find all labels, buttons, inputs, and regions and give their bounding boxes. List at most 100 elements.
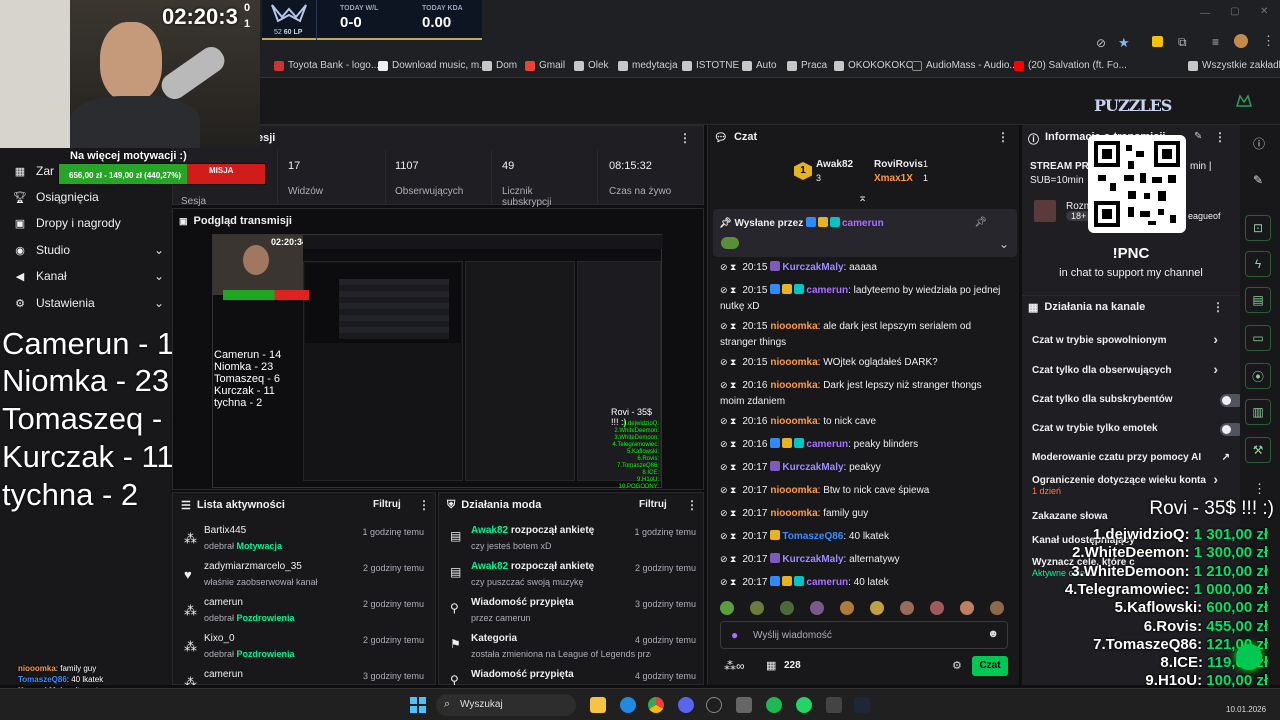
top-chatter-2[interactable]: RoviRovis <box>874 159 923 170</box>
chat-username[interactable]: camerun <box>806 285 848 296</box>
mod-icon[interactable]: ⊘ ⧗ <box>720 551 736 567</box>
chevron-down-icon[interactable]: ⌄ <box>999 237 1009 251</box>
avatar[interactable] <box>1234 34 1248 48</box>
bookmark-8[interactable]: Auto <box>742 60 777 71</box>
channel-action-item[interactable]: Czat w trybie spowolnionym › <box>1032 331 1232 347</box>
mod-icon[interactable]: ⊘ ⧗ <box>720 377 736 393</box>
chat-username[interactable]: niooomka <box>770 485 817 496</box>
mod-icon[interactable]: ⊘ ⧗ <box>720 574 736 590</box>
pin-icon[interactable]: 📌︎ <box>974 217 987 228</box>
bookmark-2[interactable]: Download music, m... <box>378 60 488 71</box>
chat-message[interactable]: ⊘ ⧗ 20:17 KurczakMaly: peakyy <box>720 459 1005 476</box>
bookmark-9[interactable]: Praca <box>787 60 827 71</box>
broadcast-icon[interactable]: ⦿ <box>1245 363 1271 389</box>
chat-username[interactable]: TomaszeQ86 <box>782 531 843 542</box>
list-item[interactable]: ⁂ Bartix445 odebrał Motywacja 1 godzinę tem… <box>172 525 432 559</box>
list-item[interactable]: ⚑ Kategoria została zmieniona na League of… <box>438 633 704 667</box>
session-tab[interactable]: Sesja <box>181 196 206 207</box>
channel-action-item[interactable]: Czat w trybie tylko emotek <box>1032 423 1244 436</box>
discord-icon[interactable] <box>678 697 694 713</box>
emote-icon[interactable] <box>930 601 944 615</box>
chat-username[interactable]: niooomka <box>770 508 817 519</box>
wrench-icon[interactable]: ⚒ <box>1245 437 1271 463</box>
stream-preview-video[interactable]: 02:20:34 Camerun - 14 Niomka - 23 Tomaszeq… <box>212 234 663 490</box>
edge-icon[interactable] <box>620 697 636 713</box>
emote-icon[interactable] <box>870 601 884 615</box>
list-item[interactable]: ⚲ Wiadomość przypięta przez camerun 3 godzi… <box>438 597 704 631</box>
mod-icon[interactable]: ⊘ ⧗ <box>720 459 736 475</box>
channel-action-item[interactable]: Czat tylko dla obserwujących › <box>1032 361 1232 377</box>
mod-icon[interactable]: ⊘ ⧗ <box>720 528 736 544</box>
list-item[interactable]: ⁂ Kixo_0 odebrał Pozdrowienia 2 godziny tem… <box>172 633 432 667</box>
channel-action-item[interactable]: Ograniczenie dotyczące wieku konta 1 dzie… <box>1032 471 1232 496</box>
close-icon[interactable]: ✕ <box>1260 6 1268 17</box>
list-item[interactable]: ▤ Awak82 rozpoczął ankietę czy puszczać sw… <box>438 561 704 595</box>
chat-message[interactable]: ⊘ ⧗ 20:17 KurczakMaly: alternatywy <box>720 551 1005 568</box>
chat-message[interactable]: ⊘ ⧗ 20:17 camerun: 40 latek <box>720 574 1005 591</box>
extension-icon[interactable] <box>1152 36 1163 47</box>
app-icon[interactable] <box>826 697 842 713</box>
bookmark-5[interactable]: Olek <box>574 60 609 71</box>
list-item[interactable]: ⁂ camerun 3 godziny temu <box>172 669 432 685</box>
top-chatter-1[interactable]: Awak82 <box>816 159 853 170</box>
channel-action-item[interactable]: Moderowanie czatu przy pomocy AI ↗ <box>1032 452 1232 463</box>
mod-icon[interactable]: ⊘ ⧗ <box>720 354 736 370</box>
chat-message[interactable]: ⊘ ⧗ 20:17 TomaszeQ86: 40 lkatek <box>720 528 1005 545</box>
bookmark-7[interactable]: ISTOTNE <box>682 60 739 71</box>
bookmark-3[interactable]: Dom <box>482 60 517 71</box>
mic-icon[interactable]: ● <box>731 628 738 642</box>
sidebar-item-studio[interactable]: ◉ Studio ⌄ <box>14 243 164 257</box>
chat-message[interactable]: ⊘ ⧗ 20:16 niooomka: Dark jest lepszy niż s… <box>720 377 1005 410</box>
chat-username[interactable]: KurczakMaly <box>782 554 843 565</box>
bookmark-11[interactable]: AudioMass - Audio... <box>912 60 1018 71</box>
more-icon[interactable]: ⋮ <box>1214 130 1226 144</box>
star-icon[interactable]: ★ <box>1118 35 1130 51</box>
file-explorer-icon[interactable] <box>590 697 606 713</box>
emote-icon[interactable] <box>750 601 764 615</box>
more-icon[interactable]: ⋮ <box>679 131 691 145</box>
chat-message[interactable]: ⊘ ⧗ 20:16 camerun: peaky blinders <box>720 436 1005 453</box>
list-icon[interactable]: ≡ <box>1212 35 1219 49</box>
chat-message[interactable]: ⊘ ⧗ 20:15 niooomka: WOjtek oglądałeś DARK? <box>720 354 1005 371</box>
chat-message[interactable]: ⊘ ⧗ 20:15 niooomka: ale dark jest lepszym … <box>720 318 1005 351</box>
list-item[interactable]: ⁂ camerun odebrał Pozdrowienia 2 godziny te… <box>172 597 432 631</box>
chat-message[interactable]: ⊘ ⧗ 20:16 niooomka: to nick cave <box>720 413 1005 430</box>
chat-username[interactable]: niooomka <box>770 416 817 427</box>
clipboard-icon[interactable]: ▥ <box>1245 399 1271 425</box>
list-item[interactable]: ♥ zadymiarzmarcelo_35 właśnie zaobserwował… <box>172 561 432 595</box>
minimize-icon[interactable]: — <box>1200 8 1210 19</box>
emote-icon[interactable] <box>900 601 914 615</box>
chat-username[interactable]: niooomka <box>770 380 817 391</box>
channel-logo-icon[interactable] <box>1235 94 1253 108</box>
steam-icon[interactable] <box>854 697 870 713</box>
more-icon[interactable]: ⋮ <box>418 498 430 512</box>
lightning-icon[interactable]: ϟ <box>1245 251 1271 277</box>
bookmark-10[interactable]: OKOKOKOKOK <box>834 60 920 71</box>
store-icon[interactable]: ▦ <box>766 659 776 672</box>
chat-message[interactable]: ⊘ ⧗ 20:15 camerun: ladyteemo by wiedziała … <box>720 282 1005 315</box>
all-bookmarks[interactable]: Wszystkie zakładki <box>1188 60 1280 71</box>
external-link-icon[interactable]: ↗ <box>1222 452 1230 463</box>
points-icon[interactable]: ⁂∞ <box>724 659 745 673</box>
taskbar-search[interactable]: ⌕ Wyszukaj <box>436 694 576 716</box>
emote-icon[interactable] <box>840 601 854 615</box>
more-icon[interactable]: ⋮ <box>686 498 698 512</box>
document-icon[interactable]: ▤ <box>1245 287 1271 313</box>
windows-start-icon[interactable] <box>410 697 426 713</box>
chat-username[interactable]: camerun <box>806 439 848 450</box>
sidebar-item-drops[interactable]: ▣ Dropy i nagrody <box>14 216 164 230</box>
info-icon[interactable]: ⓘ <box>1253 135 1265 152</box>
emote-icon[interactable] <box>720 601 734 615</box>
more-icon[interactable]: ⋮ <box>997 130 1009 144</box>
emote-icon[interactable] <box>810 601 824 615</box>
obs-icon[interactable] <box>706 697 722 713</box>
filter-button[interactable]: Filtruj <box>639 499 667 510</box>
bookmark-6[interactable]: medytacja <box>618 60 678 71</box>
filter-button[interactable]: Filtruj <box>373 499 401 510</box>
channel-action-item[interactable]: Czat tylko dla subskrybentów <box>1032 394 1244 407</box>
sidebar-item-channel[interactable]: ◀ Kanał ⌄ <box>14 269 164 283</box>
mod-icon[interactable]: ⊘ ⧗ <box>720 318 736 334</box>
chat-message[interactable]: ⊘ ⧗ 20:17 niooomka: family guy <box>720 505 1005 522</box>
pinned-message[interactable]: 📌︎ Wysłane przez camerun 📌︎ ⌄ <box>713 209 1017 257</box>
sidebar-item-achievements[interactable]: 🏆︎ Osiągnięcia <box>13 190 164 204</box>
